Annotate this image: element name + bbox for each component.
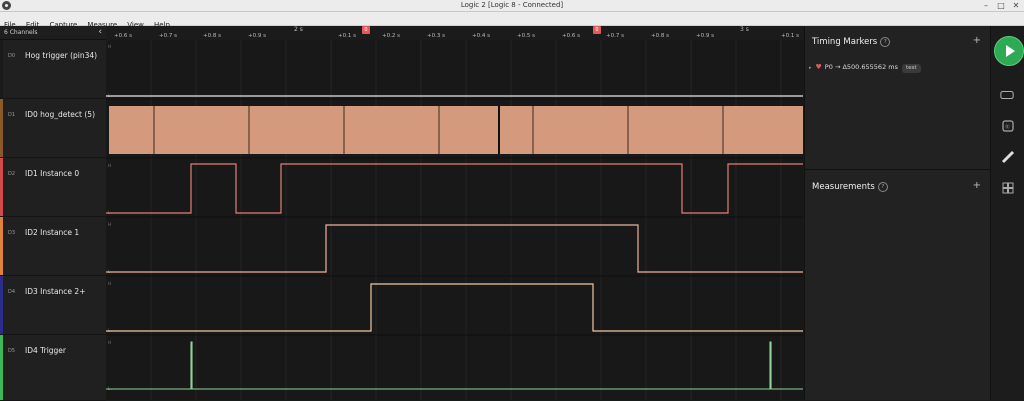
channel-number: D2 (8, 171, 16, 177)
close-icon[interactable]: ✕ (1010, 0, 1022, 11)
marker-delta: Δ500.655562 ms (842, 63, 898, 71)
marker-arrow: → (834, 63, 841, 71)
svg-text:H: H (108, 44, 111, 49)
channel-color (0, 276, 3, 334)
ruler-tick: +0.6 s (562, 33, 580, 39)
marker-name: P0 (824, 63, 833, 71)
ruler-tick: +0.4 s (472, 33, 490, 39)
ruler-tick: +0.8 s (651, 33, 669, 39)
ruler-tick: +0.1 s (781, 33, 799, 39)
trace-d1 (109, 106, 803, 154)
title-bar: Logic 2 [Logic 8 - Connected] – □ ✕ (0, 0, 1024, 12)
add-marker-button[interactable]: + (973, 35, 981, 46)
help-icon[interactable]: ? (880, 37, 891, 47)
ruler-tick: +0.9 s (248, 33, 266, 39)
minimize-icon[interactable]: – (980, 0, 992, 11)
channel-number: D5 (8, 348, 16, 354)
channel-color (0, 40, 3, 98)
channel-row[interactable]: D1 ID0 hog_detect (5) (0, 99, 106, 158)
timing-marker-end[interactable]: 0 (593, 26, 601, 34)
ruler-tick: +0.2 s (382, 33, 400, 39)
help-icon[interactable]: ? (877, 182, 888, 192)
svg-text:H: H (108, 340, 111, 345)
marker-heart-icon: ♥ (815, 63, 822, 71)
analyzer-icon[interactable] (1000, 88, 1014, 102)
channel-list: D0 Hog trigger (pin34) D1 ID0 hog_detect… (0, 40, 106, 401)
channel-row[interactable]: D3 ID2 Instance 1 (0, 217, 106, 276)
expand-triangle-icon[interactable]: ▸ (809, 65, 812, 71)
extensions-icon[interactable]: Ⓔ (1001, 119, 1015, 133)
channels-count: 6 Channels (4, 29, 38, 36)
channel-color (0, 217, 3, 275)
svg-text:H: H (108, 222, 111, 227)
channel-name[interactable]: Hog trigger (pin34) (25, 51, 97, 60)
channel-number: D1 (8, 112, 16, 118)
channel-number: D4 (8, 289, 16, 295)
channel-row[interactable]: D2 ID1 Instance 0 (0, 158, 106, 217)
ruler-tick: +0.5 s (517, 33, 535, 39)
timing-marker-start[interactable]: 0 (362, 26, 370, 34)
svg-text:H: H (108, 163, 111, 168)
svg-text:Ⓔ: Ⓔ (1005, 124, 1010, 131)
ruler-tick: +0.3 s (427, 33, 445, 39)
window-title: Logic 2 [Logic 8 - Connected] (460, 1, 564, 9)
channel-number: D0 (8, 53, 16, 59)
measurements-title: Measurements (812, 182, 875, 192)
channel-name[interactable]: ID4 Trigger (25, 346, 66, 355)
time-ruler[interactable]: +0.6 s +0.7 s +0.8 s +0.9 s +0.1 s +0.2 … (106, 26, 803, 41)
menu-bar: File Edit Capture Measure View Help (0, 12, 1024, 29)
channels-header: 6 Channels ‹ (0, 26, 106, 40)
panel-divider (805, 169, 991, 170)
channel-row[interactable]: D0 Hog trigger (pin34) (0, 40, 106, 99)
ruler-tick: +0.7 s (606, 33, 624, 39)
ruler-tick: +0.9 s (696, 33, 714, 39)
play-icon[interactable] (994, 36, 1024, 66)
ruler-major-label: 2 s (294, 26, 303, 33)
channel-color (0, 99, 3, 157)
timing-markers-title: Timing Markers (812, 37, 878, 47)
channel-color (0, 335, 3, 400)
ruler-tick: +0.1 s (338, 33, 356, 39)
measure-ruler-icon[interactable] (1001, 150, 1015, 164)
maximize-icon[interactable]: □ (995, 0, 1007, 11)
layout-icon[interactable] (1001, 181, 1015, 195)
waveform-view[interactable]: HL HL HL HL HL (106, 40, 803, 400)
channel-name[interactable]: ID1 Instance 0 (25, 169, 79, 178)
collapse-chevron-icon[interactable]: ‹ (98, 26, 102, 39)
analysis-panel: Timing Markers? + ▸ ♥ P0 → Δ500.655562 ms t… (804, 26, 991, 400)
marker-tag[interactable]: test (902, 64, 921, 73)
channel-number: D3 (8, 230, 16, 236)
ruler-tick: +0.8 s (203, 33, 221, 39)
svg-text:H: H (108, 281, 111, 286)
channel-name[interactable]: ID2 Instance 1 (25, 228, 79, 237)
channel-name[interactable]: ID3 Instance 2+ (25, 287, 85, 296)
timing-markers-header: Timing Markers? (812, 37, 891, 47)
ruler-tick: +0.6 s (114, 33, 132, 39)
ruler-major-label: 3 s (740, 26, 749, 33)
right-sidebar: Ⓔ (990, 26, 1024, 400)
channel-color (0, 158, 3, 216)
timing-marker-entry[interactable]: ▸ ♥ P0 → Δ500.655562 ms test (809, 63, 921, 73)
channel-name[interactable]: ID0 hog_detect (5) (25, 110, 95, 119)
channel-row[interactable]: D5 ID4 Trigger (0, 335, 106, 401)
add-measurement-button[interactable]: + (973, 180, 981, 191)
ruler-tick: +0.7 s (159, 33, 177, 39)
channel-row[interactable]: D4 ID3 Instance 2+ (0, 276, 106, 335)
measurements-header: Measurements? (812, 182, 888, 192)
